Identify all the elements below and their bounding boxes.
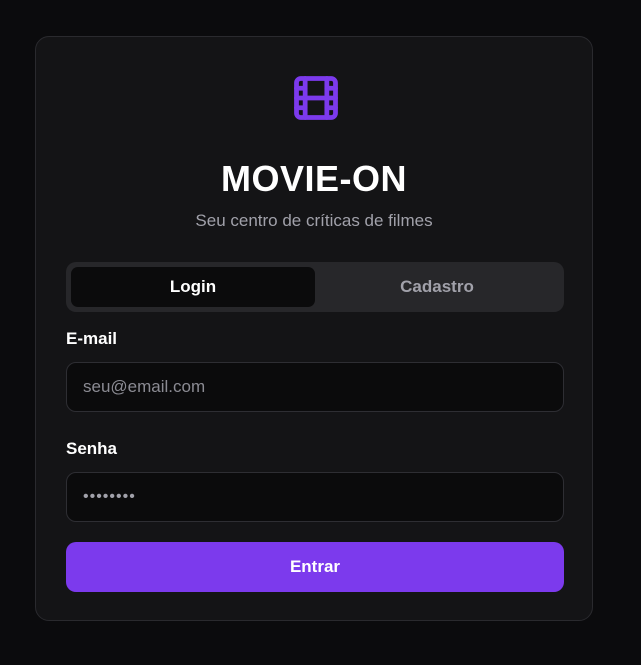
app-title: MOVIE-ON bbox=[220, 158, 407, 199]
email-label: E-mail bbox=[66, 329, 118, 348]
login-card: MOVIE-ON Seu centro de críticas de filme… bbox=[35, 36, 593, 621]
email-input[interactable] bbox=[66, 362, 564, 412]
auth-tabs: Login Cadastro bbox=[66, 262, 564, 312]
tab-cadastro[interactable]: Cadastro bbox=[315, 267, 559, 307]
submit-button[interactable]: Entrar bbox=[66, 542, 564, 592]
tab-login[interactable]: Login bbox=[71, 267, 315, 307]
app-subtitle: Seu centro de críticas de filmes bbox=[195, 211, 433, 230]
film-icon bbox=[294, 76, 338, 120]
password-label: Senha bbox=[66, 439, 118, 458]
password-input[interactable] bbox=[66, 472, 564, 522]
